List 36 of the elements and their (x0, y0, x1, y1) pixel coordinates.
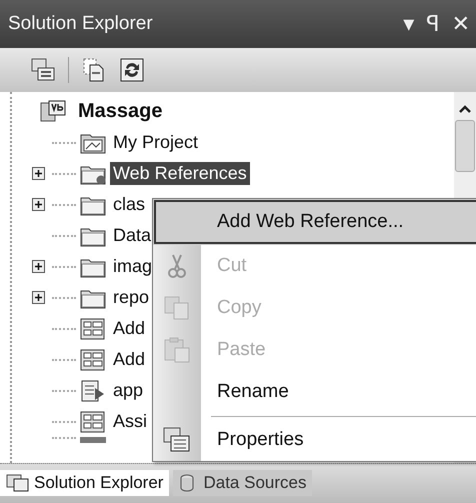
tree-item[interactable]: Massage (78, 100, 162, 123)
tree-item[interactable]: repo (110, 286, 152, 309)
expand-icon[interactable] (32, 167, 45, 180)
scroll-thumb[interactable] (455, 120, 475, 172)
expand-icon[interactable] (32, 291, 45, 304)
tree-item[interactable]: Web References (110, 162, 250, 185)
project-icon (40, 100, 66, 124)
tree-item[interactable]: My Project (110, 131, 202, 154)
project-settings-icon (80, 132, 106, 154)
expand-icon[interactable] (32, 260, 45, 273)
properties-button[interactable] (30, 57, 56, 83)
panel-tab[interactable]: Data Sources (173, 470, 312, 496)
panel-tab[interactable]: Solution Explorer (0, 470, 170, 496)
windows-icon (6, 473, 30, 493)
refresh-button[interactable] (119, 57, 145, 83)
tree-item[interactable]: Assi (110, 410, 150, 433)
tree-item[interactable]: clas (110, 193, 148, 216)
pin-button[interactable]: ꟼ (420, 12, 446, 36)
tree-item[interactable]: Add (110, 317, 148, 340)
tree-item[interactable]: Data (110, 224, 154, 247)
paste-icon (164, 337, 190, 363)
tree-item[interactable]: Add (110, 348, 148, 371)
menu-item[interactable]: Properties (153, 419, 476, 461)
dropdown-button[interactable]: ▾ (397, 12, 420, 36)
copy-icon (164, 296, 190, 320)
document-icon (80, 380, 106, 402)
menu-item[interactable]: Rename (153, 371, 476, 413)
scroll-up-icon[interactable] (458, 104, 472, 114)
close-button[interactable]: ✕ (446, 12, 476, 36)
window-title: Solution Explorer (8, 13, 153, 35)
tree-item[interactable]: imag (110, 255, 156, 278)
expand-icon[interactable] (32, 198, 45, 211)
menu-item[interactable]: Add Web Reference... (153, 199, 476, 245)
tree-item[interactable]: app (110, 379, 146, 402)
scissors-icon (165, 253, 189, 279)
properties-icon (163, 427, 191, 453)
